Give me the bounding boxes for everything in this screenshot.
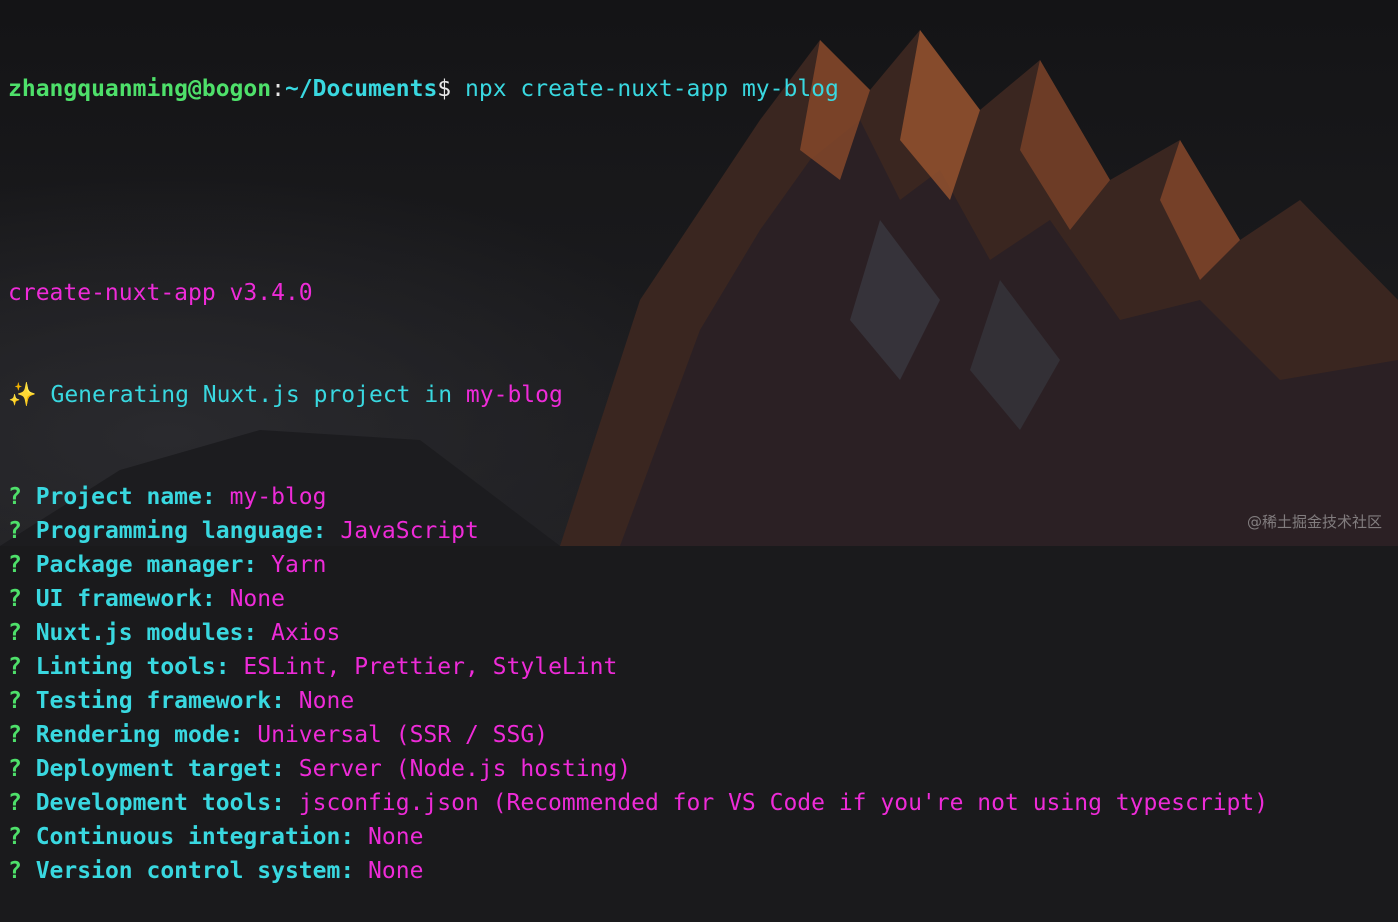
question-answer: None bbox=[354, 824, 424, 850]
watermark: @稀土掘金技术社区 bbox=[1246, 513, 1382, 531]
question-mark: ? bbox=[8, 552, 36, 578]
prompt-separator: : bbox=[271, 76, 285, 102]
question-label: Development tools: bbox=[35, 790, 285, 816]
generating-project: my-blog bbox=[465, 382, 563, 408]
question-line: ? Version control system: None bbox=[8, 854, 1398, 888]
generating-text: Generating Nuxt.js project in bbox=[36, 382, 466, 408]
question-mark: ? bbox=[8, 756, 36, 782]
prompt-symbol: $ bbox=[437, 76, 452, 102]
question-label: Programming language: bbox=[35, 518, 327, 544]
question-mark: ? bbox=[8, 518, 36, 544]
prompt-command: npx create-nuxt-app my-blog bbox=[451, 76, 839, 102]
question-line: ? Development tools: jsconfig.json (Reco… bbox=[8, 786, 1398, 820]
question-answer: None bbox=[284, 688, 355, 714]
question-line: ? Deployment target: Server (Node.js hos… bbox=[8, 752, 1398, 786]
prompt-user-host: zhangquanming@bogon bbox=[8, 76, 272, 102]
prompt-line: zhangquanming@bogon:~/Documents$ npx cre… bbox=[8, 72, 1398, 106]
question-line: ? Testing framework: None bbox=[8, 684, 1398, 718]
question-mark: ? bbox=[8, 654, 36, 680]
version-line: create-nuxt-app v3.4.0 bbox=[8, 280, 313, 306]
question-answer: Axios bbox=[257, 620, 341, 646]
question-line: ? Programming language: JavaScript bbox=[8, 514, 1398, 548]
question-answer: Server (Node.js hosting) bbox=[284, 756, 632, 782]
question-answer: jsconfig.json (Recommended for VS Code i… bbox=[284, 790, 1269, 816]
question-answer: my-blog bbox=[215, 484, 327, 510]
question-label: Version control system: bbox=[35, 858, 355, 884]
question-label: Linting tools: bbox=[35, 654, 230, 680]
question-label: Testing framework: bbox=[35, 688, 285, 714]
question-line: ? Rendering mode: Universal (SSR / SSG) bbox=[8, 718, 1398, 752]
question-mark: ? bbox=[8, 824, 36, 850]
generating-line: ✨ Generating Nuxt.js project in my-blog bbox=[8, 378, 1398, 412]
question-line: ? Project name: my-blog bbox=[8, 480, 1398, 514]
question-answer: JavaScript bbox=[326, 518, 479, 544]
question-mark: ? bbox=[8, 790, 36, 816]
question-line: ? Linting tools: ESLint, Prettier, Style… bbox=[8, 650, 1398, 684]
question-mark: ? bbox=[8, 858, 36, 884]
question-label: Continuous integration: bbox=[35, 824, 355, 850]
question-mark: ? bbox=[8, 484, 36, 510]
question-answer: Yarn bbox=[257, 552, 327, 578]
question-list: ? Project name: my-blog? Programming lan… bbox=[8, 480, 1398, 888]
prompt-path: ~/Documents bbox=[284, 76, 438, 102]
sparkles-icon: ✨ bbox=[8, 382, 37, 408]
question-answer: None bbox=[215, 586, 285, 612]
question-answer: None bbox=[354, 858, 424, 884]
question-line: ? Package manager: Yarn bbox=[8, 548, 1398, 582]
question-answer: ESLint, Prettier, StyleLint bbox=[229, 654, 618, 680]
question-mark: ? bbox=[8, 620, 36, 646]
question-label: Project name: bbox=[35, 484, 216, 510]
question-label: Deployment target: bbox=[35, 756, 285, 782]
question-answer: Universal (SSR / SSG) bbox=[243, 722, 549, 748]
question-mark: ? bbox=[8, 722, 36, 748]
question-line: ? Continuous integration: None bbox=[8, 820, 1398, 854]
question-line: ? Nuxt.js modules: Axios bbox=[8, 616, 1398, 650]
question-label: Nuxt.js modules: bbox=[35, 620, 258, 646]
question-label: Package manager: bbox=[35, 552, 258, 578]
question-label: Rendering mode: bbox=[35, 722, 244, 748]
question-mark: ? bbox=[8, 586, 36, 612]
question-label: UI framework: bbox=[35, 586, 216, 612]
question-mark: ? bbox=[8, 688, 36, 714]
question-line: ? UI framework: None bbox=[8, 582, 1398, 616]
terminal-output[interactable]: zhangquanming@bogon:~/Documents$ npx cre… bbox=[0, 0, 1398, 884]
